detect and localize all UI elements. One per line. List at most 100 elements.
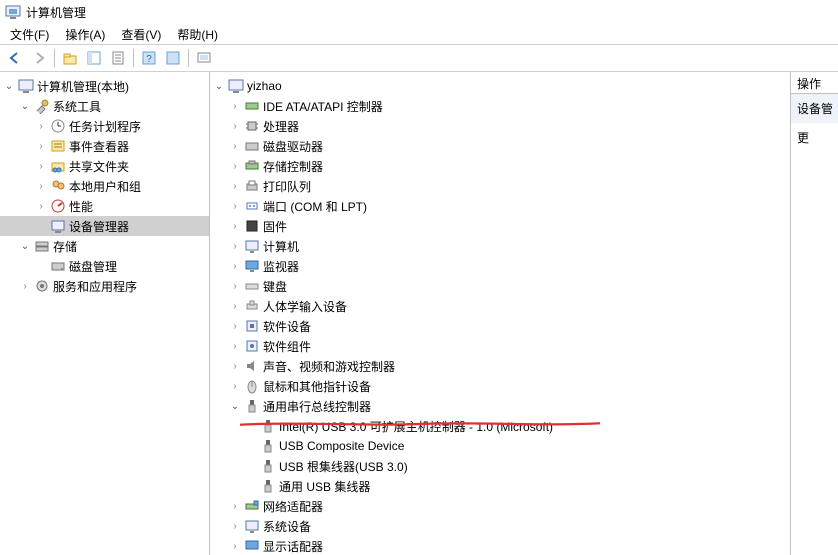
- toggle-icon[interactable]: [228, 181, 242, 192]
- cat-software-comp[interactable]: 软件组件: [210, 336, 790, 356]
- toggle-icon[interactable]: [34, 121, 48, 132]
- device-label: 计算机: [263, 238, 299, 255]
- toggle-icon[interactable]: [228, 341, 242, 352]
- cat-ide[interactable]: IDE ATA/ATAPI 控制器: [210, 96, 790, 116]
- toolbar-separator: [188, 49, 189, 67]
- toggle-icon[interactable]: [228, 301, 242, 312]
- cat-print-queues[interactable]: 打印队列: [210, 176, 790, 196]
- device-label: IDE ATA/ATAPI 控制器: [263, 98, 383, 115]
- title-bar: 计算机管理: [0, 0, 838, 24]
- cat-display[interactable]: 显示话配器: [210, 536, 790, 555]
- toggle-icon[interactable]: [228, 141, 242, 152]
- tree-root[interactable]: 计算机管理(本地): [0, 76, 209, 96]
- device-label: 监视器: [263, 258, 299, 275]
- cpu-icon: [244, 118, 260, 134]
- toggle-icon[interactable]: [18, 101, 32, 112]
- tree-storage[interactable]: 存储: [0, 236, 209, 256]
- tree-disk-mgmt[interactable]: 磁盘管理: [0, 256, 209, 276]
- menu-help[interactable]: 帮助(H): [169, 26, 226, 43]
- refresh-button[interactable]: [162, 47, 184, 69]
- software-device-icon: [244, 318, 260, 334]
- toggle-icon[interactable]: [18, 241, 32, 252]
- actions-row[interactable]: 设备管: [791, 94, 838, 123]
- tree-task-scheduler[interactable]: 任务计划程序: [0, 116, 209, 136]
- cat-monitors[interactable]: 监视器: [210, 256, 790, 276]
- properties-button[interactable]: [107, 47, 129, 69]
- toggle-icon[interactable]: [228, 401, 242, 412]
- toggle-icon[interactable]: [228, 221, 242, 232]
- toggle-icon[interactable]: [228, 501, 242, 512]
- toggle-icon[interactable]: [228, 241, 242, 252]
- toggle-icon[interactable]: [228, 201, 242, 212]
- device-label: 键盘: [263, 278, 287, 295]
- toggle-icon[interactable]: [18, 281, 32, 292]
- toggle-icon[interactable]: [228, 261, 242, 272]
- back-button[interactable]: [4, 47, 26, 69]
- cat-mice[interactable]: 鼠标和其他指针设备: [210, 376, 790, 396]
- device-label: 鼠标和其他指针设备: [263, 378, 371, 395]
- toggle-icon[interactable]: [34, 161, 48, 172]
- toggle-icon[interactable]: [228, 321, 242, 332]
- cat-hid[interactable]: 人体学输入设备: [210, 296, 790, 316]
- tree-device-manager[interactable]: 设备管理器: [0, 216, 209, 236]
- toggle-icon[interactable]: [34, 181, 48, 192]
- device-label: 网络适配器: [263, 498, 323, 515]
- device-label: 通用串行总线控制器: [263, 398, 371, 415]
- cat-network[interactable]: 网络适配器: [210, 496, 790, 516]
- console-tree[interactable]: 计算机管理(本地) 系统工具 任务计划程序 事件查看器 共享文件夹: [0, 76, 209, 296]
- toggle-icon[interactable]: [34, 141, 48, 152]
- device-label: 端口 (COM 和 LPT): [263, 198, 367, 215]
- tree-event-viewer[interactable]: 事件查看器: [0, 136, 209, 156]
- cat-system-devices[interactable]: 系统设备: [210, 516, 790, 536]
- help-button[interactable]: ?: [138, 47, 160, 69]
- cat-disk-drives[interactable]: 磁盘驱动器: [210, 136, 790, 156]
- users-icon: [50, 178, 66, 194]
- tree-local-users[interactable]: 本地用户和组: [0, 176, 209, 196]
- device-manager-icon: [50, 218, 66, 234]
- device-label: 处理器: [263, 118, 299, 135]
- cat-storage-ctrl[interactable]: 存储控制器: [210, 156, 790, 176]
- toggle-icon[interactable]: [228, 161, 242, 172]
- cat-computers[interactable]: 计算机: [210, 236, 790, 256]
- device-usb-composite[interactable]: USB Composite Device: [210, 436, 790, 456]
- device-usb-root-hub[interactable]: USB 根集线器(USB 3.0): [210, 456, 790, 476]
- cat-sound[interactable]: 声音、视频和游戏控制器: [210, 356, 790, 376]
- toggle-icon[interactable]: [212, 81, 226, 92]
- show-hide-tree-button[interactable]: [83, 47, 105, 69]
- device-label: Intel(R) USB 3.0 可扩展主机控制器 - 1.0 (Microso…: [279, 418, 553, 435]
- cat-firmware[interactable]: 固件: [210, 216, 790, 236]
- tree-performance[interactable]: 性能: [0, 196, 209, 216]
- toggle-icon[interactable]: [228, 121, 242, 132]
- menu-action[interactable]: 操作(A): [57, 26, 113, 43]
- toggle-icon[interactable]: [228, 281, 242, 292]
- toggle-icon[interactable]: [228, 361, 242, 372]
- toggle-icon[interactable]: [228, 541, 242, 552]
- device-root[interactable]: yizhao: [210, 76, 790, 96]
- cat-software-dev[interactable]: 软件设备: [210, 316, 790, 336]
- device-usb-intel[interactable]: Intel(R) USB 3.0 可扩展主机控制器 - 1.0 (Microso…: [210, 416, 790, 436]
- toggle-icon[interactable]: [228, 521, 242, 532]
- tree-label: 系统工具: [53, 98, 101, 115]
- tree-shared-folders[interactable]: 共享文件夹: [0, 156, 209, 176]
- tree-label: 事件查看器: [69, 138, 129, 155]
- menu-view[interactable]: 查看(V): [113, 26, 169, 43]
- forward-button[interactable]: [28, 47, 50, 69]
- device-usb-generic-hub[interactable]: 通用 USB 集线器: [210, 476, 790, 496]
- actions-row[interactable]: 更: [791, 123, 838, 152]
- up-button[interactable]: [59, 47, 81, 69]
- tree-system-tools[interactable]: 系统工具: [0, 96, 209, 116]
- tree-services-apps[interactable]: 服务和应用程序: [0, 276, 209, 296]
- device-label: 存储控制器: [263, 158, 323, 175]
- toggle-icon[interactable]: [228, 101, 242, 112]
- cat-ports[interactable]: 端口 (COM 和 LPT): [210, 196, 790, 216]
- toggle-icon[interactable]: [2, 81, 16, 92]
- toggle-icon[interactable]: [228, 381, 242, 392]
- cat-cpu[interactable]: 处理器: [210, 116, 790, 136]
- menu-file[interactable]: 文件(F): [2, 26, 57, 43]
- cat-usb-ctrl[interactable]: 通用串行总线控制器: [210, 396, 790, 416]
- toggle-icon[interactable]: [34, 201, 48, 212]
- device-tree[interactable]: yizhao IDE ATA/ATAPI 控制器 处理器 磁盘驱动器 存储控制器: [210, 76, 790, 555]
- computer-icon: [228, 78, 244, 94]
- scan-button[interactable]: [193, 47, 215, 69]
- cat-keyboards[interactable]: 键盘: [210, 276, 790, 296]
